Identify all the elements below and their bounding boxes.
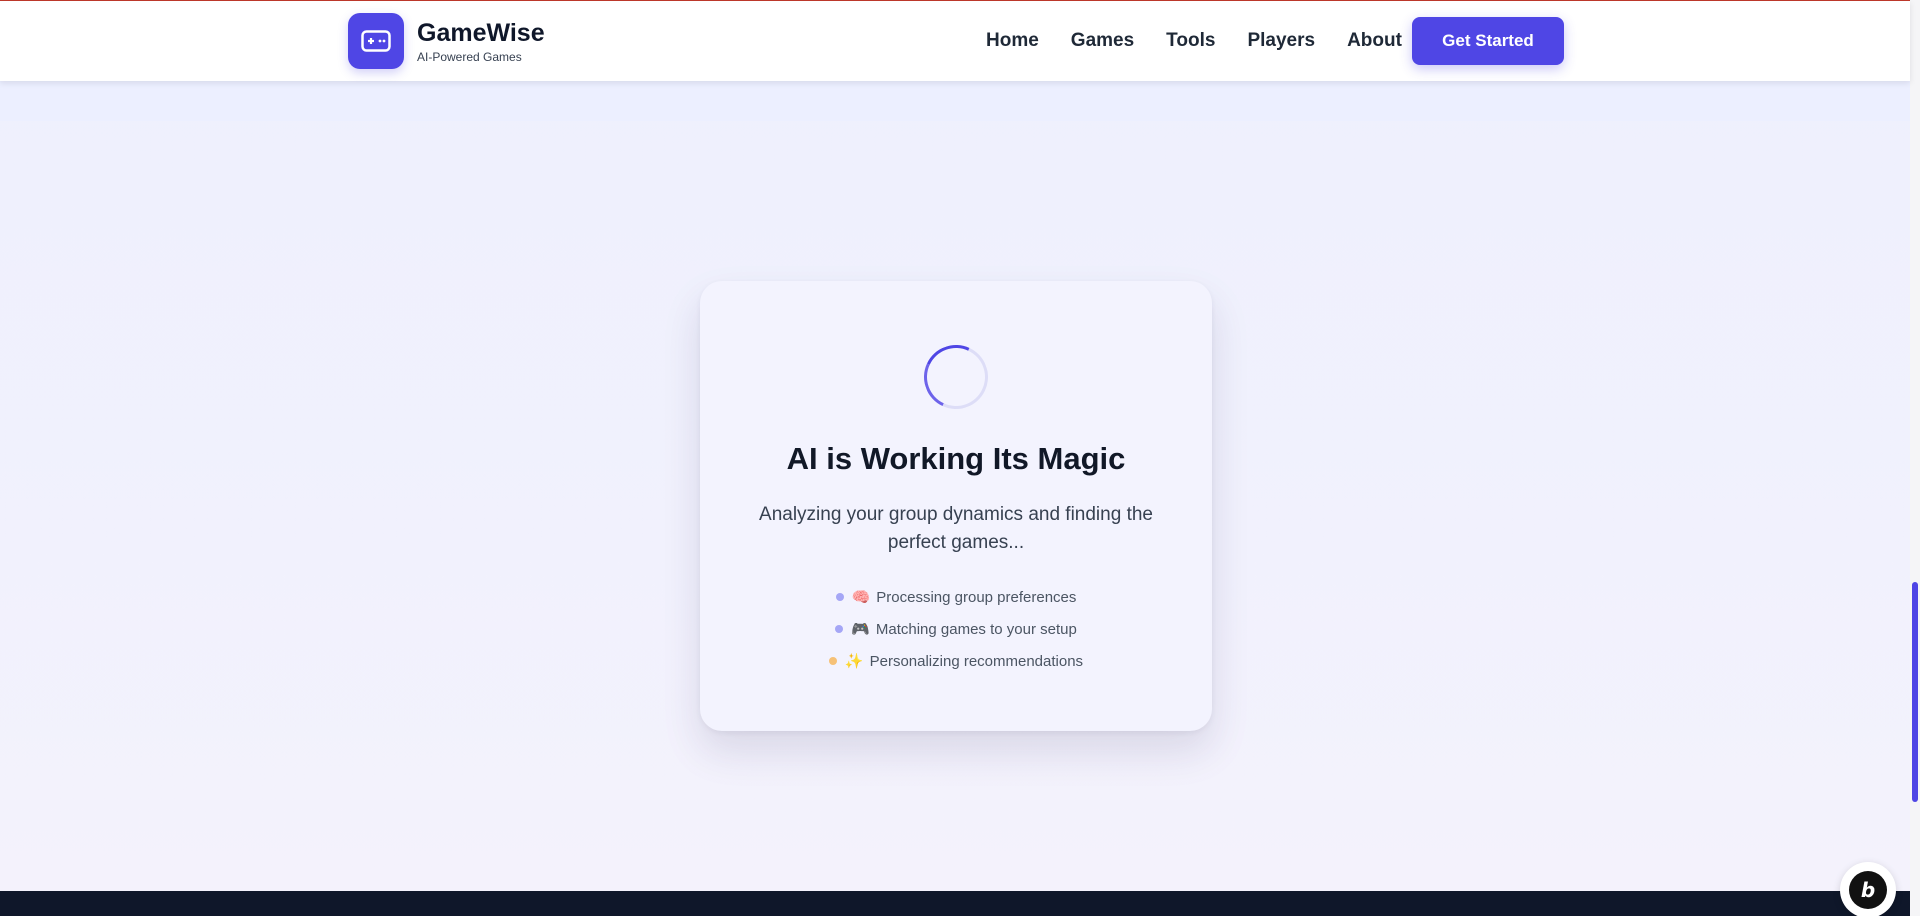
nav-link-players[interactable]: Players (1247, 30, 1315, 52)
loading-title: AI is Working Its Magic (786, 441, 1126, 476)
loading-spinner-icon (914, 335, 998, 419)
step-text: Processing group preferences (876, 588, 1077, 606)
header-band (0, 81, 1910, 121)
nav-link-games[interactable]: Games (1071, 30, 1134, 52)
gamepad-icon (348, 13, 404, 69)
footer (0, 891, 1910, 916)
brain-icon: 🧠 (851, 589, 871, 606)
loading-subtitle: Analyzing your group dynamics and findin… (759, 504, 1153, 553)
step-dot-icon (835, 593, 844, 601)
sparkles-icon: ✨ (844, 653, 864, 670)
scrollbar-thumb[interactable] (1912, 582, 1918, 802)
game-controller-icon: 🎮 (851, 621, 870, 638)
step-dot-icon (828, 657, 837, 665)
nav-link-home[interactable]: Home (986, 30, 1039, 52)
loading-step: 🧠 Processing group preferences (700, 581, 1212, 613)
loading-card: AI is Working Its Magic Analyzing your g… (700, 281, 1212, 731)
nav-link-about[interactable]: About (1347, 30, 1402, 52)
navbar: GameWise AI-Powered Games Home Games Too… (0, 1, 1910, 81)
chat-widget-letter: b (1860, 878, 1876, 902)
loading-step: ✨ Personalizing recommendations (700, 645, 1212, 677)
nav-link-tools[interactable]: Tools (1166, 30, 1215, 52)
step-dot-icon (835, 625, 844, 633)
brand-text: GameWise AI-Powered Games (417, 19, 545, 64)
step-text: Matching games to your setup (875, 620, 1077, 638)
chat-widget-button[interactable]: b (1840, 862, 1896, 916)
brand-name: GameWise (417, 18, 545, 47)
nav-links: Home Games Tools Players About (986, 17, 1434, 65)
brand[interactable]: GameWise AI-Powered Games (348, 13, 545, 69)
loading-steps: 🧠 Processing group preferences 🎮 Matchin… (700, 581, 1212, 677)
step-text: Personalizing recommendations (869, 652, 1084, 670)
brand-tagline: AI-Powered Games (417, 49, 522, 64)
get-started-button[interactable]: Get Started (1412, 17, 1564, 65)
chat-widget-logo-icon: b (1849, 871, 1887, 909)
loading-step: 🎮 Matching games to your setup (700, 613, 1212, 645)
